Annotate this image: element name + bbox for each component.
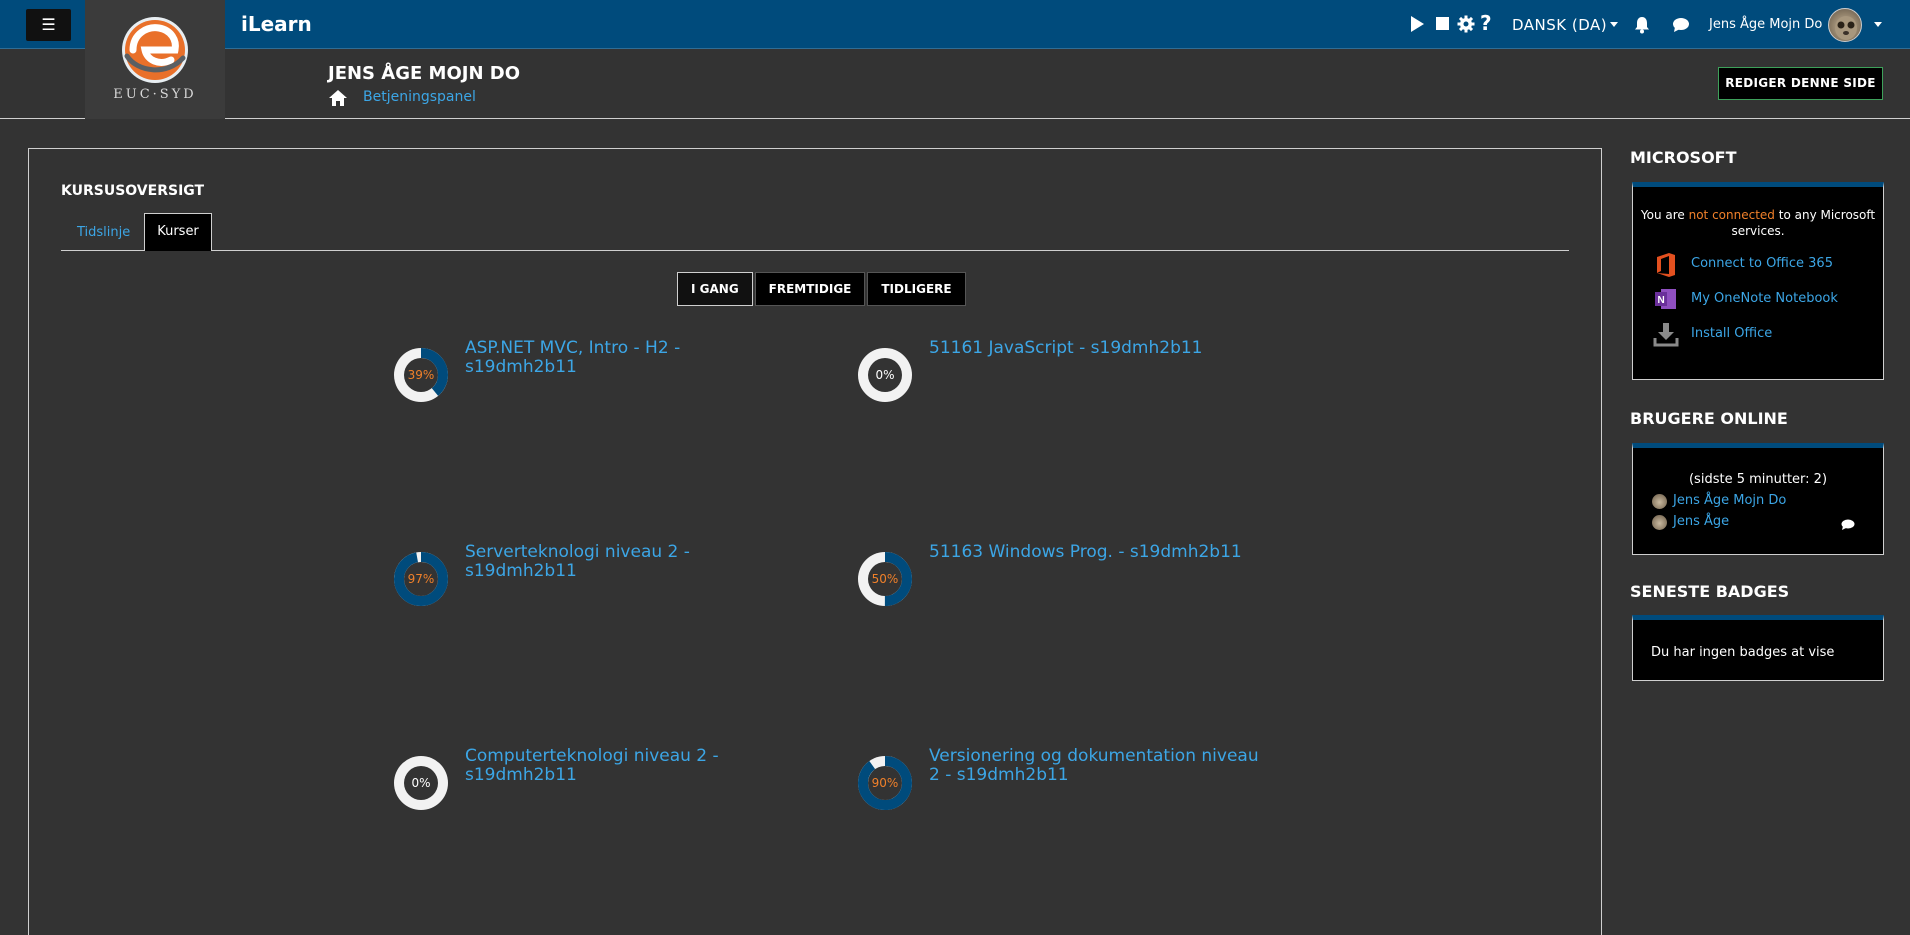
gear-icon[interactable] [1457, 15, 1475, 38]
microsoft-block-title: MICROSOFT [1630, 148, 1737, 167]
course-name-link[interactable]: 51163 Windows Prog. - s19dmh2b11 [929, 543, 1259, 562]
user-menu-caret-icon[interactable] [1874, 22, 1882, 27]
play-icon[interactable] [1409, 15, 1425, 38]
course-name-link[interactable]: Computerteknologi niveau 2 - s19dmh2b11 [465, 747, 795, 785]
course-card[interactable]: 50% 51163 Windows Prog. - s19dmh2b11 [849, 543, 1289, 623]
tab-timeline[interactable]: Tidslinje [77, 225, 130, 240]
online-users-summary: (sidste 5 minutter: 2) [1688, 472, 1828, 487]
onenote-icon: N [1655, 289, 1676, 309]
microsoft-block: You are not connected to any Microsoft s… [1632, 182, 1884, 380]
site-logo[interactable]: EUC·SYD [85, 0, 225, 119]
course-card[interactable]: 90% Versionering og dokumentation niveau … [849, 747, 1289, 827]
menu-toggle-button[interactable]: ☰ [26, 9, 71, 41]
online-user-link[interactable]: Jens Åge Mojn Do [1673, 493, 1786, 508]
page-title: JENS ÅGE MOJN DO [328, 63, 521, 84]
course-name-link[interactable]: Serverteknologi niveau 2 - s19dmh2b11 [465, 543, 795, 581]
course-progress-label: 90% [871, 776, 899, 790]
course-overview-block: KURSUSOVERSIGT Tidslinje Kurser I GANG F… [28, 148, 1602, 935]
site-brand[interactable]: iLearn [241, 12, 312, 36]
course-name-link[interactable]: Versionering og dokumentation niveau 2 -… [929, 747, 1259, 785]
breadcrumb-dashboard[interactable]: Betjeningspanel [363, 89, 476, 105]
page-header: JENS ÅGE MOJN DO Betjeningspanel REDIGER… [0, 49, 1910, 119]
latest-badges-title: SENESTE BADGES [1630, 582, 1790, 601]
language-caret-icon[interactable] [1610, 22, 1618, 27]
install-office-link[interactable]: Install Office [1691, 326, 1772, 341]
home-icon[interactable] [328, 89, 348, 107]
course-filter-group: I GANG FREMTIDIGE TIDLIGERE [677, 272, 966, 306]
stop-icon[interactable] [1435, 15, 1451, 38]
course-progress-label: 50% [871, 572, 899, 586]
course-progress-label: 0% [411, 776, 431, 790]
filter-future-button[interactable]: FREMTIDIGE [754, 272, 866, 306]
online-users-block: (sidste 5 minutter: 2) Jens Åge Mojn Do … [1632, 443, 1884, 555]
course-card[interactable]: 0% Computerteknologi niveau 2 - s19dmh2b1… [385, 747, 825, 827]
course-card[interactable]: 0% 51161 JavaScript - s19dmh2b11 [849, 339, 1289, 419]
top-navbar: ☰ iLearn ? DANSK (DA) Jens Åge Mojn Do [0, 0, 1910, 49]
online-users-title: BRUGERE ONLINE [1630, 409, 1788, 428]
user-menu-name[interactable]: Jens Åge Mojn Do [1709, 17, 1822, 32]
avatar [1652, 515, 1667, 530]
logo-text: EUC·SYD [113, 87, 197, 102]
course-progress-label: 97% [407, 572, 435, 586]
course-card[interactable]: 39% ASP.NET MVC, Intro - H2 - s19dmh2b11 [385, 339, 825, 419]
download-icon [1653, 323, 1679, 347]
office-icon [1657, 253, 1675, 277]
bell-icon[interactable] [1634, 16, 1650, 39]
edit-page-button[interactable]: REDIGER DENNE SIDE [1718, 67, 1883, 100]
chat-icon[interactable] [1672, 17, 1690, 38]
avatar[interactable] [1828, 8, 1862, 42]
tabs-divider [61, 250, 1569, 251]
no-badges-text: Du har ingen badges at vise [1651, 645, 1835, 660]
connect-office365-link[interactable]: Connect to Office 365 [1691, 256, 1833, 271]
tab-courses[interactable]: Kurser [144, 213, 212, 251]
onenote-notebook-link[interactable]: My OneNote Notebook [1691, 291, 1838, 306]
block-title: KURSUSOVERSIGT [61, 183, 205, 199]
course-name-link[interactable]: ASP.NET MVC, Intro - H2 - s19dmh2b11 [465, 339, 795, 377]
online-user-link[interactable]: Jens Åge [1673, 514, 1729, 529]
filter-past-button[interactable]: TIDLIGERE [867, 272, 966, 306]
microsoft-status-text: You are not connected to any Microsoft s… [1640, 208, 1876, 238]
course-name-link[interactable]: 51161 JavaScript - s19dmh2b11 [929, 339, 1259, 358]
message-user-icon[interactable] [1841, 519, 1855, 531]
help-icon[interactable]: ? [1480, 13, 1492, 33]
avatar [1652, 494, 1667, 509]
latest-badges-block: Du har ingen badges at vise [1632, 615, 1884, 681]
course-card[interactable]: 97% Serverteknologi niveau 2 - s19dmh2b11 [385, 543, 825, 623]
language-selector[interactable]: DANSK (DA) [1512, 16, 1607, 34]
euc-syd-logo-icon [122, 17, 188, 83]
svg-text:N: N [1658, 295, 1665, 306]
course-progress-label: 0% [875, 368, 895, 382]
course-progress-label: 39% [407, 368, 435, 382]
filter-in-progress-button[interactable]: I GANG [677, 272, 753, 306]
